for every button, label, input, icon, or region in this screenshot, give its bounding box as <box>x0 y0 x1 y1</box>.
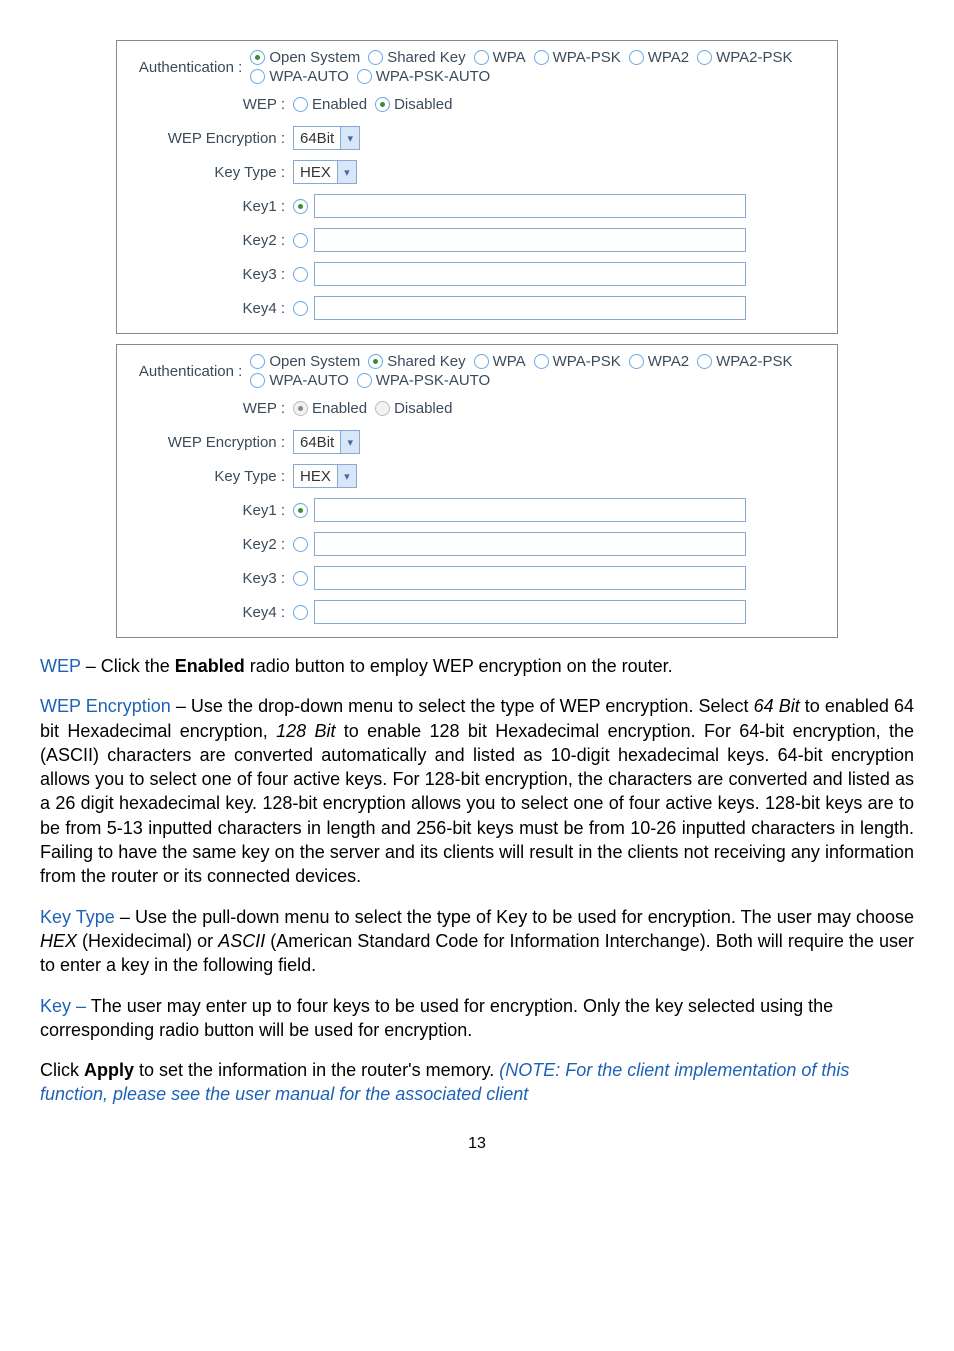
auth-wpa-psk[interactable] <box>534 354 549 369</box>
auth-panel-shared-key: Authentication : Open System Shared Key … <box>116 344 838 638</box>
key4-label: Key4 : <box>127 300 293 317</box>
key3-input[interactable] <box>314 262 746 286</box>
auth-shared-key[interactable] <box>368 50 383 65</box>
wep-label: WEP : <box>127 96 293 113</box>
key2-input[interactable] <box>314 228 746 252</box>
key4-input[interactable] <box>314 296 746 320</box>
auth-wpa2[interactable] <box>629 50 644 65</box>
key3-label: Key3 : <box>127 266 293 283</box>
chevron-down-icon: ▾ <box>340 431 359 453</box>
apply-paragraph: Click Apply to set the information in th… <box>40 1058 914 1107</box>
auth-wpa2[interactable] <box>629 354 644 369</box>
auth-wpa[interactable] <box>474 354 489 369</box>
wep-enabled <box>293 401 308 416</box>
key1-input[interactable] <box>314 194 746 218</box>
key-type-label: Key Type : <box>127 468 293 485</box>
auth-wpa2-psk[interactable] <box>697 50 712 65</box>
key4-radio[interactable] <box>293 605 308 620</box>
authentication-label: Authentication : <box>127 59 250 76</box>
key-type-select[interactable]: HEX ▾ <box>293 160 357 184</box>
auth-wpa[interactable] <box>474 50 489 65</box>
auth-wpa-psk-auto[interactable] <box>357 373 372 388</box>
page-number: 13 <box>40 1135 914 1153</box>
chevron-down-icon: ▾ <box>337 465 356 487</box>
key4-label: Key4 : <box>127 604 293 621</box>
wep-encryption-select[interactable]: 64Bit ▾ <box>293 430 360 454</box>
key-type-label: Key Type : <box>127 164 293 181</box>
key1-radio[interactable] <box>293 503 308 518</box>
auth-wpa-auto[interactable] <box>250 373 265 388</box>
auth-wpa2-psk[interactable] <box>697 354 712 369</box>
wep-disabled[interactable] <box>375 97 390 112</box>
wep-enabled[interactable] <box>293 97 308 112</box>
key3-label: Key3 : <box>127 570 293 587</box>
key-type-select[interactable]: HEX ▾ <box>293 464 357 488</box>
key2-radio[interactable] <box>293 537 308 552</box>
wep-encryption-label: WEP Encryption : <box>127 434 293 451</box>
key3-radio[interactable] <box>293 571 308 586</box>
wep-paragraph: WEP – Click the Enabled radio button to … <box>40 654 914 678</box>
key1-input[interactable] <box>314 498 746 522</box>
chevron-down-icon: ▾ <box>337 161 356 183</box>
key2-label: Key2 : <box>127 536 293 553</box>
key3-input[interactable] <box>314 566 746 590</box>
key1-radio[interactable] <box>293 199 308 214</box>
key-paragraph: Key – The user may enter up to four keys… <box>40 994 914 1043</box>
auth-open-system[interactable] <box>250 354 265 369</box>
wep-options: Enabled Disabled <box>293 96 452 113</box>
key2-input[interactable] <box>314 532 746 556</box>
wep-encryption-select[interactable]: 64Bit ▾ <box>293 126 360 150</box>
key3-radio[interactable] <box>293 267 308 282</box>
key4-radio[interactable] <box>293 301 308 316</box>
auth-wpa-psk[interactable] <box>534 50 549 65</box>
wep-disabled <box>375 401 390 416</box>
chevron-down-icon: ▾ <box>340 127 359 149</box>
auth-panel-open-system: Authentication : Open System Shared Key … <box>116 40 838 334</box>
key1-label: Key1 : <box>127 502 293 519</box>
wep-label: WEP : <box>127 400 293 417</box>
key4-input[interactable] <box>314 600 746 624</box>
key2-radio[interactable] <box>293 233 308 248</box>
wep-options: Enabled Disabled <box>293 400 452 417</box>
key2-label: Key2 : <box>127 232 293 249</box>
auth-wpa-auto[interactable] <box>250 69 265 84</box>
auth-wpa-psk-auto[interactable] <box>357 69 372 84</box>
auth-open-system[interactable] <box>250 50 265 65</box>
wep-encryption-paragraph: WEP Encryption – Use the drop-down menu … <box>40 694 914 888</box>
authentication-options: Open System Shared Key WPA WPA-PSK WPA2 … <box>250 353 827 389</box>
auth-shared-key[interactable] <box>368 354 383 369</box>
key-type-paragraph: Key Type – Use the pull-down menu to sel… <box>40 905 914 978</box>
key1-label: Key1 : <box>127 198 293 215</box>
wep-encryption-label: WEP Encryption : <box>127 130 293 147</box>
authentication-options: Open System Shared Key WPA WPA-PSK WPA2 … <box>250 49 827 85</box>
authentication-label: Authentication : <box>127 363 250 380</box>
